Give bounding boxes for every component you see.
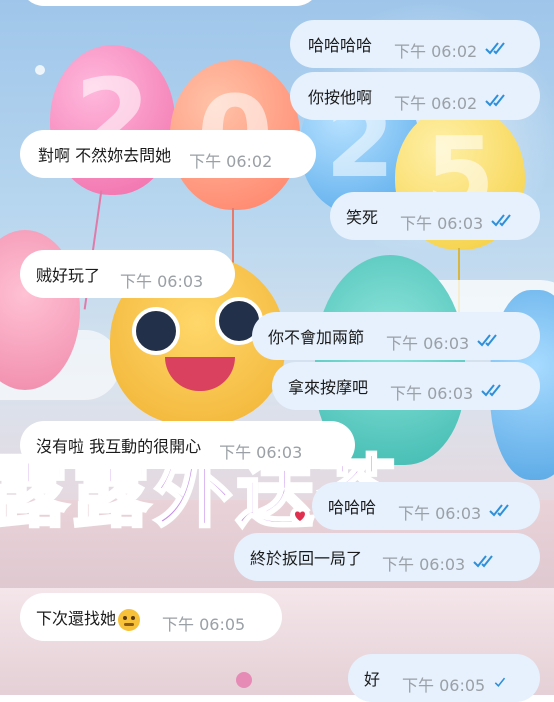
- message-timestamp: 下午 06:02: [394, 94, 478, 113]
- read-double-check-icon: [485, 94, 505, 107]
- message-timestamp: 下午 06:03: [120, 272, 204, 291]
- message-text: 好: [364, 670, 381, 689]
- message-text: 拿來按摩吧: [288, 378, 369, 397]
- message-text: 沒有啦 我互動的很開心: [36, 437, 202, 456]
- heart-reaction-icon[interactable]: [290, 506, 310, 526]
- read-double-check-icon: [489, 504, 509, 517]
- message-bubble-partial: [20, 0, 320, 6]
- message-bubble-outgoing[interactable]: 哈哈哈哈 下午 06:02: [290, 20, 540, 68]
- message-timestamp: 下午 06:05: [402, 676, 486, 695]
- message-bubble-outgoing[interactable]: 終於扳回一局了 下午 06:03: [234, 533, 540, 581]
- message-bubble-outgoing[interactable]: 笑死 下午 06:03: [330, 192, 540, 240]
- message-text: 終於扳回一局了: [250, 549, 363, 568]
- message-bubble-outgoing[interactable]: 哈哈哈 下午 06:03: [312, 482, 540, 530]
- sent-single-check-icon: [494, 677, 506, 687]
- message-timestamp: 下午 06:03: [390, 384, 474, 403]
- message-timestamp: 下午 06:03: [398, 504, 482, 523]
- message-bubble-incoming[interactable]: 贼好玩了 下午 06:03: [20, 250, 235, 298]
- thinking-face-emoji: [118, 609, 141, 631]
- message-timestamp: 下午 06:02: [394, 42, 478, 61]
- message-timestamp: 下午 06:03: [400, 214, 484, 233]
- message-text: 哈哈哈: [328, 498, 377, 517]
- read-double-check-icon: [481, 384, 501, 397]
- message-text: 你不會加兩節: [268, 328, 365, 347]
- message-bubble-outgoing[interactable]: 你不會加兩節 下午 06:03: [252, 312, 540, 360]
- message-bubble-incoming[interactable]: 沒有啦 我互動的很開心 下午 06:03: [20, 421, 355, 469]
- message-timestamp: 下午 06:03: [382, 555, 466, 574]
- message-bubble-outgoing[interactable]: 拿來按摩吧 下午 06:03: [272, 362, 540, 410]
- message-bubble-outgoing[interactable]: 你按他啊 下午 06:02: [290, 72, 540, 120]
- read-double-check-icon: [485, 42, 505, 55]
- message-text: 笑死: [346, 208, 379, 227]
- chat-message-list[interactable]: 哈哈哈哈 下午 06:02 你按他啊 下午 06:02 對啊 不然妳去問她 下午…: [0, 0, 554, 702]
- read-double-check-icon: [473, 555, 493, 568]
- message-text: 贼好玩了: [36, 266, 101, 285]
- message-timestamp: 下午 06:05: [162, 615, 246, 634]
- message-text: 下次還找她: [36, 609, 117, 628]
- message-timestamp: 下午 06:03: [386, 334, 470, 353]
- message-bubble-incoming[interactable]: 下次還找她 下午 06:05: [20, 593, 282, 641]
- message-text: 對啊 不然妳去問她: [38, 146, 172, 165]
- message-timestamp: 下午 06:02: [189, 152, 273, 171]
- message-text: 哈哈哈哈: [308, 36, 373, 55]
- read-double-check-icon: [491, 214, 511, 227]
- message-bubble-incoming[interactable]: 對啊 不然妳去問她 下午 06:02: [20, 130, 316, 178]
- read-double-check-icon: [477, 334, 497, 347]
- message-text: 你按他啊: [308, 88, 373, 107]
- message-timestamp: 下午 06:03: [219, 443, 303, 462]
